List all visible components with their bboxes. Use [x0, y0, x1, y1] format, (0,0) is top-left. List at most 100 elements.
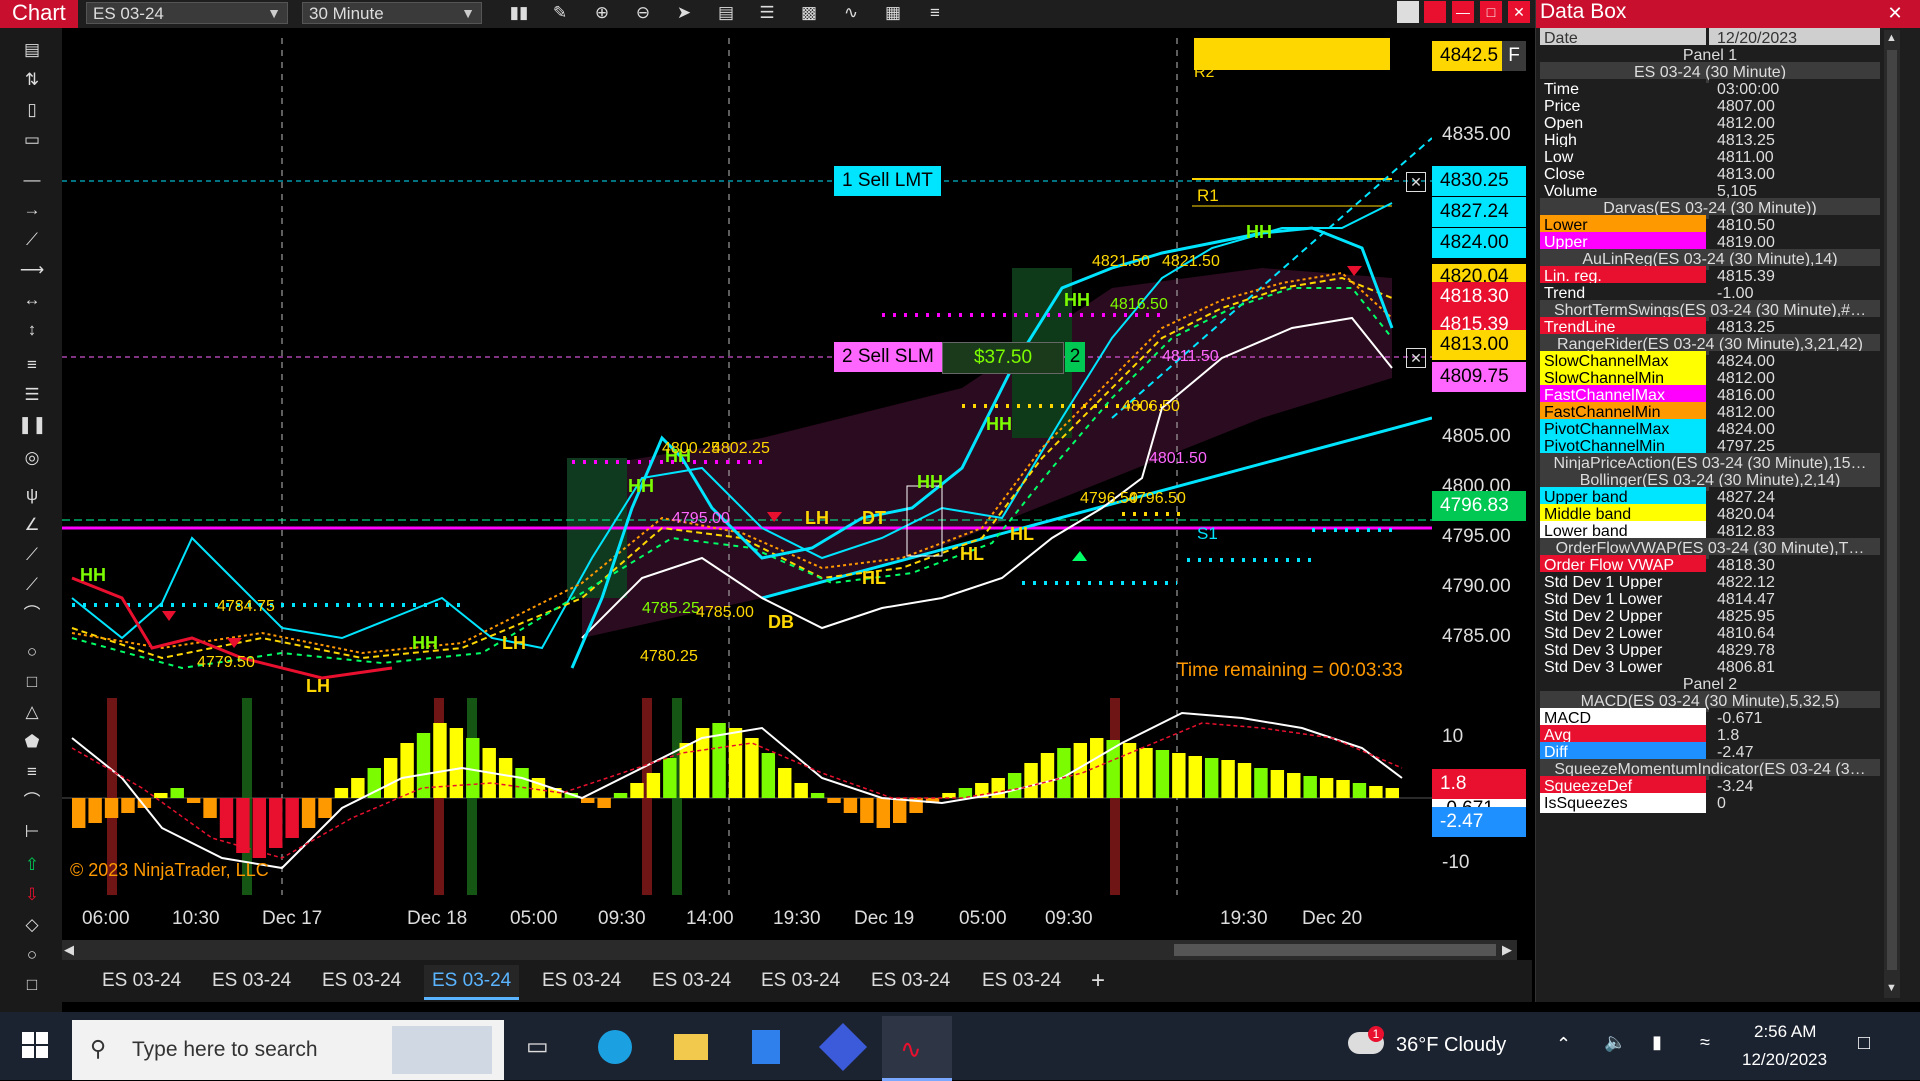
price-axis[interactable]: 4835.00 4805.00 4800.00 4795.00 4790.00 … [1432, 38, 1532, 898]
fib-circle-icon[interactable]: ◎ [18, 446, 46, 470]
add-tab-button[interactable]: + [1083, 965, 1113, 997]
task-view-icon[interactable]: ▭ [526, 1032, 549, 1061]
menu-list-icon[interactable]: ≡ [922, 2, 948, 24]
price-panel[interactable]: R2 1 Sell LMT 2 Sell SLM $37.50 2 ✕ ✕ HH… [62, 38, 1432, 695]
chart-tab[interactable]: ES 03-24 [863, 965, 958, 997]
chart-tab[interactable]: ES 03-24 [534, 965, 629, 997]
arc-icon[interactable]: ⌒ [18, 603, 46, 627]
chart-tab[interactable]: ES 03-24 [204, 965, 299, 997]
drawing-tool-icon[interactable]: ✎ [547, 2, 573, 24]
region-highlight-icon[interactable]: ▭ [18, 128, 46, 152]
arrow-line-icon[interactable]: ⟶ [18, 258, 46, 282]
interval-selector[interactable]: 30 Minute ▼ [302, 2, 482, 24]
bars-type-icon[interactable]: ▮▮ [506, 2, 532, 24]
region-icon[interactable]: ▯ [18, 98, 46, 122]
scroll-left-icon[interactable]: ◀ [64, 942, 74, 958]
data-box-icon[interactable]: ▤ [713, 2, 739, 24]
indicators-icon[interactable]: ▩ [796, 2, 822, 24]
andrews-pitchfork-icon[interactable]: ψ [18, 483, 46, 507]
f-button[interactable]: F [1502, 41, 1526, 71]
ninjatrader-app-icon[interactable]: ∿ [882, 1016, 952, 1081]
position-quantity[interactable]: 2 [1065, 342, 1085, 372]
notifications-icon[interactable]: □ [1858, 1032, 1870, 1055]
chart-tab[interactable]: ES 03-24 [644, 965, 739, 997]
weather-text[interactable]: 36°F Cloudy [1396, 1034, 1506, 1057]
minimize-icon[interactable]: — [1452, 1, 1474, 23]
horizontal-scrollbar[interactable]: ◀ ▶ [62, 940, 1517, 960]
vertical-line-icon[interactable]: ↕ [18, 318, 46, 342]
scroll-down-icon[interactable]: ▼ [1886, 982, 1897, 994]
chart-tab[interactable]: ES 03-24 [753, 965, 848, 997]
maximize-icon[interactable]: □ [1480, 1, 1502, 23]
histogram-bar [892, 798, 907, 823]
sell-lmt-order-label[interactable]: 1 Sell LMT [834, 166, 941, 196]
path-icon[interactable]: ⌒ [18, 790, 46, 814]
ellipse-icon[interactable]: ○ [18, 640, 46, 664]
taskbar-search[interactable]: ⚲ Type here to search [72, 1020, 504, 1080]
wifi-icon[interactable]: ≈ [1700, 1032, 1710, 1053]
chart-tab[interactable]: ES 03-24 [94, 965, 189, 997]
trend-channel-icon[interactable]: ⟋ [18, 573, 46, 597]
scroll-right-icon[interactable]: ▶ [1502, 942, 1512, 958]
vertical-scrollbar[interactable]: ▲ ▼ [1884, 30, 1900, 998]
zoom-out-icon[interactable]: ⊖ [630, 2, 656, 24]
close-icon[interactable]: ✕ [1508, 1, 1530, 23]
copilot-icon[interactable] [818, 1022, 868, 1072]
diagonal-line-icon[interactable]: ⟋ [18, 228, 46, 252]
scrollbar-thumb[interactable] [1174, 944, 1496, 956]
windows-start-icon[interactable] [22, 1032, 48, 1058]
chart-tab[interactable]: ES 03-24 [314, 965, 409, 997]
clock-date[interactable]: 12/20/2023 [1742, 1050, 1827, 1070]
instrument-selector[interactable]: ES 03-24 ▼ [86, 2, 288, 24]
text-icon[interactable]: ≡ [18, 760, 46, 784]
fib-retracement-icon[interactable]: ≡ [18, 353, 46, 377]
line-icon[interactable]: — [18, 168, 46, 192]
close-icon[interactable]: ✕ [1884, 2, 1906, 24]
time-axis-label: 14:00 [686, 908, 734, 929]
battery-icon[interactable]: ▮ [1652, 1032, 1662, 1053]
square-icon[interactable]: □ [18, 973, 46, 997]
properties-icon[interactable]: ▦ [880, 2, 906, 24]
edge-browser-icon[interactable] [598, 1030, 632, 1064]
chart-tab[interactable]: ES 03-24 [974, 965, 1069, 997]
ray-icon[interactable]: → [18, 198, 46, 222]
gann-fan-icon[interactable]: ∠ [18, 513, 46, 537]
horizontal-line-icon[interactable]: ↔ [18, 288, 46, 312]
file-explorer-icon[interactable] [674, 1034, 708, 1060]
arrow-down-icon[interactable]: ⇩ [18, 883, 46, 907]
risk-reward-icon[interactable]: ⇅ [18, 68, 46, 92]
triangle-icon[interactable]: △ [18, 700, 46, 724]
scroll-up-icon[interactable]: ▲ [1886, 32, 1897, 44]
scrollbar-thumb[interactable] [1887, 50, 1897, 970]
sell-slm-order-label[interactable]: 2 Sell SLM [834, 342, 942, 372]
dot-icon[interactable]: ○ [18, 943, 46, 967]
chart-tab-active[interactable]: ES 03-24 [424, 965, 520, 1000]
regression-channel-icon[interactable]: ⟋ [18, 543, 46, 567]
time-axis[interactable]: 06:00 10:30 Dec 17 Dec 18 05:00 09:30 14… [62, 898, 1432, 938]
rectangle-icon[interactable]: □ [18, 670, 46, 694]
pointer-icon[interactable]: ➤ [671, 2, 697, 24]
price-marker: 4813.00 [1432, 330, 1526, 360]
diamond-icon[interactable]: ◇ [18, 913, 46, 937]
volume-icon[interactable]: 🔈 [1604, 1032, 1626, 1053]
chevron-up-icon[interactable]: ⌃ [1556, 1034, 1571, 1055]
calculator-icon[interactable] [752, 1030, 780, 1064]
zoom-in-icon[interactable]: ⊕ [589, 2, 615, 24]
polygon-icon[interactable]: ⬟ [18, 730, 46, 754]
fib-time-icon[interactable]: ❚❚ [18, 413, 47, 437]
link-color-icon[interactable] [1424, 1, 1446, 23]
time-axis-label: 10:30 [172, 908, 220, 929]
strategies-icon[interactable]: ∿ [838, 2, 864, 24]
chart-trader-icon[interactable]: ☰ [754, 2, 780, 24]
arrow-up-icon[interactable]: ⇧ [18, 853, 46, 877]
fib-extension-icon[interactable]: ☰ [18, 383, 46, 407]
macd-panel[interactable]: © 2023 NinjaTrader, LLC [62, 698, 1432, 895]
ruler-icon[interactable]: ▤ [18, 38, 46, 62]
window-color-icon[interactable] [1397, 1, 1419, 23]
time-cycles-icon[interactable]: ⊢ [18, 820, 46, 844]
interval-value: 30 Minute [309, 4, 384, 23]
histogram-bar [1352, 783, 1367, 798]
clock-time[interactable]: 2:56 AM [1754, 1022, 1816, 1042]
cancel-order-icon[interactable]: ✕ [1406, 172, 1426, 192]
cancel-order-icon[interactable]: ✕ [1406, 348, 1426, 368]
